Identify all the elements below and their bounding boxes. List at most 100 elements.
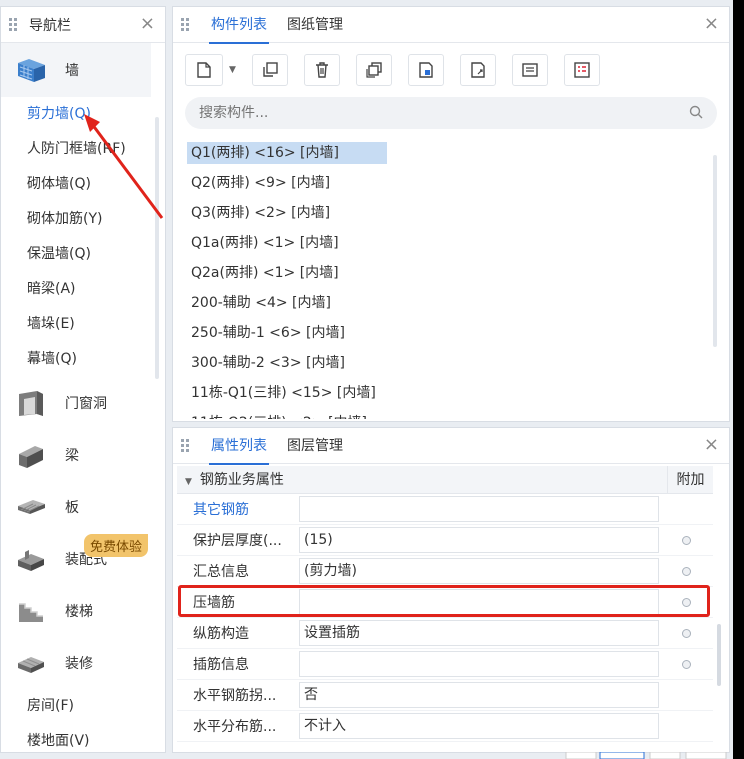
close-icon[interactable]: × [704, 15, 719, 33]
nav-subitem-blast-door-wall[interactable]: 人防门框墙(RF) [1, 132, 151, 167]
property-row: 纵筋构造 设置插筋 [177, 618, 713, 649]
property-name: 插筋信息 [193, 657, 249, 673]
canvas-edge [733, 0, 744, 759]
list-item[interactable]: Q1(两排) <16> [内墙] [187, 139, 707, 169]
export-component-button[interactable] [459, 54, 496, 86]
add-checkbox[interactable] [659, 535, 713, 545]
trash-icon [315, 62, 328, 78]
nav-subitem-insulation-wall[interactable]: 保温墙(Q) [1, 237, 151, 272]
tab-drawing-management[interactable]: 图纸管理 [277, 7, 353, 43]
drag-handle-icon[interactable] [181, 438, 189, 453]
search-icon[interactable] [689, 105, 703, 119]
property-name[interactable]: 其它钢筋 [177, 499, 299, 519]
list-item[interactable]: Q2(两排) <9> [内墙] [187, 169, 707, 199]
component-list-scrollbar[interactable] [713, 155, 717, 347]
property-value[interactable] [299, 496, 659, 522]
property-value[interactable]: 否 [299, 682, 659, 708]
delete-component-button[interactable] [303, 54, 340, 86]
add-checkbox[interactable] [659, 566, 713, 576]
tab-layer-management[interactable]: 图层管理 [277, 428, 353, 464]
property-value[interactable]: 设置插筋 [299, 620, 659, 646]
list-item[interactable]: Q2a(两排) <1> [内墙] [187, 259, 707, 289]
door-window-icon [19, 391, 43, 416]
list-item-label: Q1(两排) <16> [内墙] [187, 142, 387, 164]
navigation-panel: 导航栏 × 墙 剪力墙(Q) 人防门框墙(RF) 砌体墙(Q) 砌体加筋(Y) … [0, 6, 166, 753]
list-icon [522, 63, 538, 77]
section-title: ▼ 钢筋业务属性 [177, 466, 667, 493]
list-item[interactable]: 200-辅助 <4> [内墙] [187, 289, 707, 319]
nav-category-slab[interactable]: 板 [1, 481, 165, 533]
close-icon[interactable]: × [704, 436, 719, 454]
list-view-button[interactable] [511, 54, 548, 86]
nav-title: 导航栏 [29, 17, 71, 34]
radio-dot-icon[interactable] [681, 659, 691, 669]
list-item[interactable]: Q1a(两排) <1> [内墙] [187, 229, 707, 259]
nav-header: 导航栏 × [1, 7, 165, 43]
copy-icon [263, 62, 278, 77]
property-value[interactable] [299, 651, 659, 677]
nav-category-beam[interactable]: 梁 [1, 429, 165, 481]
list-item[interactable]: Q3(两排) <2> [内墙] [187, 199, 707, 229]
stairs-icon [19, 603, 43, 622]
new-component-button[interactable] [185, 54, 223, 86]
tab-component-list[interactable]: 构件列表 [201, 7, 277, 44]
property-scrollbar[interactable] [717, 624, 721, 686]
property-value[interactable]: (剪力墙) [299, 558, 659, 584]
nav-category-label: 板 [65, 500, 79, 516]
list-item[interactable]: 11栋-Q2(三排) <2> [内墙] [187, 409, 707, 419]
nav-category-finishing[interactable]: 装修 [1, 637, 165, 689]
chevron-down-icon[interactable]: ▼ [229, 65, 236, 75]
property-row: 插筋信息 [177, 649, 713, 680]
import-component-button[interactable] [407, 54, 444, 86]
wall-icon [18, 59, 45, 82]
nav-subitem-hidden-beam[interactable]: 暗梁(A) [1, 272, 151, 307]
nav-category-label: 梁 [65, 448, 79, 464]
nav-subitem-shear-wall[interactable]: 剪力墙(Q) [1, 97, 151, 132]
nav-subitem-wall-pier[interactable]: 墙垛(E) [1, 307, 151, 342]
property-row: 水平分布筋... 不计入 [177, 711, 713, 742]
radio-dot-icon[interactable] [681, 628, 691, 638]
property-value[interactable]: (15) [299, 527, 659, 553]
nav-sublist: 剪力墙(Q) 人防门框墙(RF) 砌体墙(Q) 砌体加筋(Y) 保温墙(Q) 暗… [1, 97, 165, 377]
close-icon[interactable]: × [140, 15, 155, 33]
property-name: 保护层厚度(... [193, 533, 282, 549]
layer-copy-button[interactable] [355, 54, 392, 86]
nav-subitem-curtain-wall[interactable]: 幕墙(Q) [1, 342, 151, 377]
component-search[interactable] [185, 97, 717, 129]
property-value[interactable]: 不计入 [299, 713, 659, 739]
property-row: 水平钢筋拐... 否 [177, 680, 713, 711]
add-checkbox[interactable] [659, 659, 713, 669]
nav-category-wall[interactable]: 墙 [1, 43, 151, 97]
component-toolbar: ▼ [173, 47, 729, 93]
tab-property-list[interactable]: 属性列表 [201, 428, 277, 465]
list-item[interactable]: 300-辅助-2 <3> [内墙] [187, 349, 707, 379]
copy-component-button[interactable] [251, 54, 288, 86]
status-strip [565, 752, 727, 759]
drag-handle-icon[interactable] [9, 17, 17, 32]
nav-subitem-floor[interactable]: 楼地面(V) [1, 724, 151, 759]
collapse-triangle-icon[interactable]: ▼ [185, 477, 192, 487]
property-name: 纵筋构造 [193, 626, 249, 642]
filter-button[interactable] [563, 54, 600, 86]
nav-subitem-masonry-wall[interactable]: 砌体墙(Q) [1, 167, 151, 202]
radio-dot-icon[interactable] [681, 535, 691, 545]
add-checkbox[interactable] [659, 628, 713, 638]
nav-category-openings[interactable]: 门窗洞 [1, 377, 165, 429]
nav-scrollbar[interactable] [155, 117, 159, 379]
drag-handle-icon[interactable] [181, 17, 189, 32]
nav-subitem-room[interactable]: 房间(F) [1, 689, 151, 724]
nav-category-stairs[interactable]: 楼梯 [1, 585, 165, 637]
property-name: 水平分布筋... [193, 719, 277, 735]
component-list: Q1(两排) <16> [内墙] Q2(两排) <9> [内墙] Q3(两排) … [187, 139, 707, 419]
property-section-header[interactable]: ▼ 钢筋业务属性 附加 [177, 466, 713, 494]
nav-subitem-masonry-rebar[interactable]: 砌体加筋(Y) [1, 202, 151, 237]
list-item[interactable]: 250-辅助-1 <6> [内墙] [187, 319, 707, 349]
free-trial-badge[interactable]: 免费体验 [84, 534, 149, 557]
property-row: 汇总信息 (剪力墙) [177, 556, 713, 587]
search-input[interactable] [199, 105, 659, 121]
list-item[interactable]: 11栋-Q1(三排) <15> [内墙] [187, 379, 707, 409]
export-icon [471, 62, 485, 78]
radio-dot-icon[interactable] [681, 566, 691, 576]
component-panel: 构件列表 图纸管理 × ▼ Q1( [172, 6, 730, 422]
property-panel-header: 属性列表 图层管理 × [173, 428, 729, 465]
